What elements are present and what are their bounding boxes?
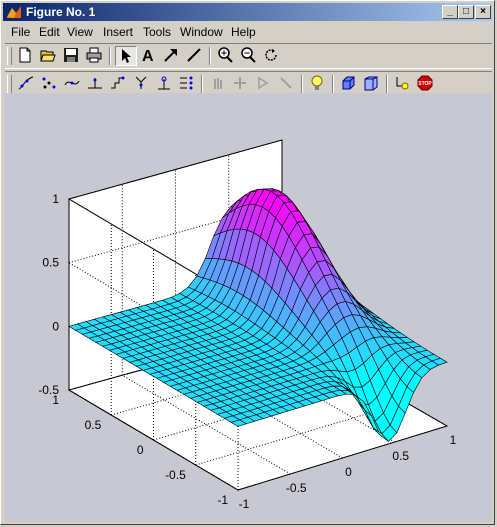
disabled-zoom-icon [258,76,269,90]
menu-help[interactable]: Help [231,25,256,39]
menu-window[interactable]: Window [180,25,223,39]
menu-edit[interactable]: Edit [39,25,60,39]
x-tick-label: 1 [450,433,457,447]
print-button[interactable] [84,46,106,66]
insert-arrow-button[interactable] [161,46,183,66]
zoom-out-button[interactable] [238,46,260,66]
maximize-button[interactable]: □ [458,5,474,19]
zoom-in-icon [218,47,233,63]
disabled-hand-icon [214,78,222,89]
open-file-button[interactable] [38,46,60,66]
save-button[interactable] [61,46,83,66]
svg-text:STOP: STOP [418,81,432,87]
diagonal-line-icon [187,48,201,62]
scatter-points-icon [42,77,56,89]
x-tick-label: 0.5 [392,449,409,463]
scene-light-button[interactable] [392,74,414,94]
light-button[interactable] [307,74,329,94]
data-tool-7-button[interactable] [153,74,175,94]
toolbar-separator [109,47,111,65]
data-tool-1-button[interactable] [15,74,37,94]
toolbar-separator [332,75,334,93]
menu-file[interactable]: File [11,25,30,39]
title-bar[interactable]: Figure No. 1 _ □ × [3,3,492,21]
insert-text-button[interactable]: A [138,46,160,66]
disabled-tool-2-button[interactable] [230,74,252,94]
z-tick-label: 0 [52,319,59,333]
data-tool-6-button[interactable] [130,74,152,94]
diagonal-arrow-icon [164,49,177,62]
rotate-icon [265,49,277,61]
zoom-in-button[interactable] [215,46,237,66]
window-title: Figure No. 1 [26,5,96,19]
zoom-out-icon [241,47,256,63]
text-a-icon: A [142,48,154,63]
floppy-disk-icon [64,48,78,62]
data-tool-4-button[interactable] [84,74,106,94]
x-tick-label: -0.5 [286,481,307,495]
disabled-roll-icon [280,77,292,89]
data-tool-3-button[interactable] [61,74,83,94]
menu-tools[interactable]: Tools [143,25,171,39]
edit-plot-button[interactable] [115,46,137,66]
z-tick-label: 0.5 [42,256,59,270]
data-tool-5-button[interactable] [107,74,129,94]
figure-window: Figure No. 1 _ □ × File Edit View Insert… [0,0,495,525]
disabled-tool-1-button[interactable] [207,74,229,94]
x-tick-label: 0 [345,465,352,479]
menu-insert[interactable]: Insert [103,25,133,39]
step-icon [111,76,125,89]
surface-plot[interactable]: -0.500.51-1-0.500.51-1-0.500.51 [5,93,492,522]
cube-perspective-icon [364,76,378,91]
light-bulb-icon [311,75,323,90]
y-tick-label: 0.5 [85,418,102,432]
figure-toolbar: A [5,43,492,69]
toolbar-separator [209,47,211,65]
baseline-icon [88,78,102,89]
toolbar-separator [386,75,388,93]
arrow-pointer-icon [122,49,131,63]
disabled-pan-icon [234,77,246,89]
list-points-icon [180,76,193,90]
minimize-button[interactable]: _ [442,5,458,19]
y-tick-label: 1 [52,393,59,407]
figure-canvas[interactable]: -0.5 0 0.5 1 -1 -0.5 0 0.5 1 -1 -0.5 0 0.5 1 [5,93,492,522]
branch-icon [135,76,147,89]
new-figure-button[interactable] [15,46,37,66]
matlab-icon [7,6,21,18]
y-tick-label: -0.5 [165,468,186,482]
z-tick-label: 1 [52,192,59,206]
stop-button[interactable]: STOP [415,74,437,94]
toolbar-separator [201,75,203,93]
curve-points-icon [18,76,34,90]
close-button[interactable]: × [475,5,491,19]
new-file-icon [19,47,31,63]
disabled-tool-4-button[interactable] [276,74,298,94]
orthographic-button[interactable] [338,74,360,94]
scene-light-icon [396,77,409,90]
disabled-tool-3-button[interactable] [253,74,275,94]
toolbar-separator [301,75,303,93]
y-tick-label: 0 [137,443,144,457]
insert-line-button[interactable] [184,46,206,66]
data-tool-8-button[interactable] [176,74,198,94]
stem-icon [158,76,170,90]
x-tick-label: -1 [239,497,250,511]
rotate-3d-button[interactable] [261,46,283,66]
cube-icon [342,76,355,90]
svg-text:A: A [142,48,154,63]
menu-view[interactable]: View [67,25,93,39]
perspective-button[interactable] [361,74,383,94]
data-tool-2-button[interactable] [38,74,60,94]
toolbar-grip[interactable] [7,75,12,93]
open-folder-icon [40,50,56,62]
menu-bar: File Edit View Insert Tools Window Help [3,23,492,41]
stop-sign-icon: STOP [417,75,433,91]
y-tick-label: -1 [217,493,228,507]
toolbar-grip[interactable] [7,47,12,65]
curve-fit-icon [64,80,80,86]
printer-icon [86,47,102,63]
